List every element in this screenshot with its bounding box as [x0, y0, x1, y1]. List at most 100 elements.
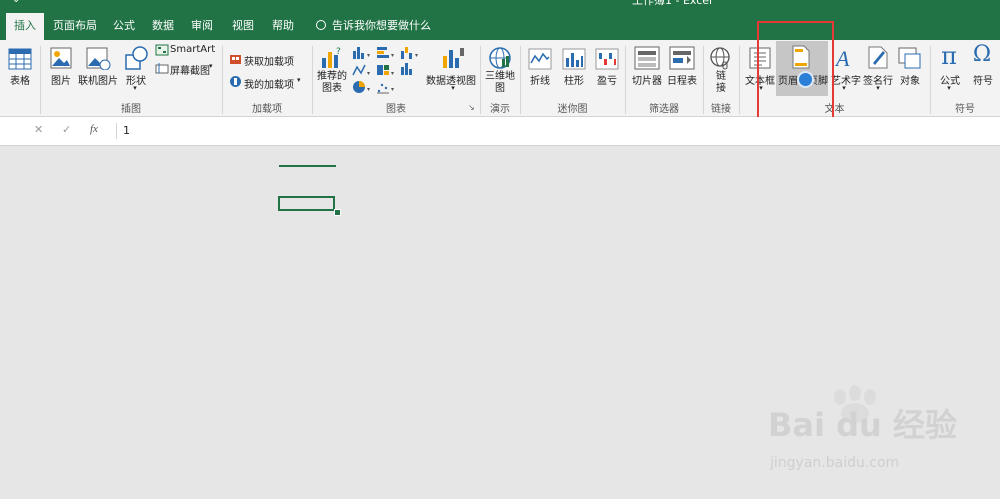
3d-map-button[interactable]: 三维地 图 [482, 71, 518, 95]
tab-view[interactable]: 视图 [228, 13, 258, 40]
selected-cell[interactable] [278, 196, 335, 211]
scatter-chart-icon [377, 83, 389, 94]
bar-chart-icon [377, 47, 389, 58]
wordart-icon[interactable]: A [834, 46, 854, 70]
online-pictures-icon[interactable] [85, 46, 111, 70]
3d-map-icon[interactable] [488, 46, 512, 70]
pivot-chart-icon[interactable] [441, 46, 465, 70]
tab-formulas[interactable]: 公式 [109, 13, 139, 40]
group-sparklines-label: 迷你图 [557, 104, 588, 115]
screenshot-icon[interactable] [155, 62, 169, 74]
header-underline-mark [279, 165, 336, 167]
watermark-url: jingyan.baidu.com [770, 455, 900, 471]
insert-function-icon[interactable]: fx [90, 123, 98, 135]
link-button[interactable]: 链 接 [709, 71, 733, 95]
symbol-icon[interactable]: Ω [971, 42, 993, 67]
column-chart-icon [353, 47, 364, 59]
line-chart-icon [352, 64, 366, 76]
group-filters-label: 筛选器 [649, 104, 679, 115]
sparkline-win-loss-icon[interactable] [595, 48, 619, 70]
svg-text:▾: ▾ [391, 70, 394, 77]
tab-page-layout[interactable]: 页面布局 [50, 13, 100, 40]
slicer-icon[interactable] [634, 46, 660, 70]
smartart-icon[interactable] [155, 44, 169, 56]
watermark-text: Bai du 经验 [768, 406, 957, 444]
group-symbols-label: 符号 [955, 104, 975, 115]
slicer-button[interactable]: 切片器 [628, 72, 666, 87]
tab-data[interactable]: 数据 [148, 13, 178, 40]
my-addins-icon[interactable] [229, 75, 242, 88]
svg-text:▾: ▾ [391, 86, 394, 93]
smartart-button[interactable]: SmartArt [170, 44, 215, 55]
tab-insert[interactable]: 插入 [6, 13, 44, 40]
timeline-icon[interactable] [669, 46, 695, 70]
pie-chart-icon [353, 81, 365, 93]
formula-bar: ✕ ✓ fx 1 [0, 117, 1000, 146]
sparkline-win-loss-button[interactable]: 盈亏 [593, 72, 621, 87]
link-icon[interactable] [709, 46, 733, 70]
fill-handle[interactable] [334, 209, 341, 216]
sparkline-column-icon[interactable] [562, 48, 586, 70]
shapes-icon[interactable] [124, 45, 150, 71]
get-addins-button[interactable]: 获取加载项 [244, 53, 294, 68]
recommended-charts-button[interactable]: 推荐的 图表 [315, 71, 349, 95]
pictures-icon[interactable] [49, 46, 73, 70]
group-illustrations-label: 插图 [121, 104, 141, 115]
signature-line-icon[interactable] [867, 45, 889, 69]
sparkline-line-button[interactable]: 折线 [526, 72, 554, 87]
table-button[interactable]: 表格 [6, 72, 34, 87]
recommended-charts-label-1: 推荐的 [317, 71, 347, 82]
symbol-button[interactable]: 符号 [969, 72, 997, 87]
search-icon [316, 20, 326, 30]
group-addins-label: 加载项 [252, 104, 282, 115]
tab-help[interactable]: 帮助 [268, 13, 298, 40]
quick-access-chevron-icon[interactable]: ⌄ [12, 0, 20, 5]
chevron-down-icon: ▾ [947, 84, 951, 92]
object-button[interactable]: 对象 [896, 72, 924, 87]
formula-buttons: ✕ ✓ fx [24, 123, 112, 139]
table-icon[interactable] [8, 48, 32, 70]
enter-icon[interactable]: ✓ [62, 123, 71, 136]
svg-text:▾: ▾ [367, 52, 370, 59]
chevron-down-icon: ▾ [876, 84, 880, 92]
dialog-launcher-icon[interactable]: ↘ [468, 103, 475, 112]
formula-input[interactable]: 1 [116, 123, 1000, 139]
waterfall-chart-icon [401, 47, 412, 59]
my-addins-button[interactable]: 我的加载项 [244, 76, 294, 91]
svg-text:▾: ▾ [415, 52, 418, 59]
chart-type-gallery[interactable]: ▾ ▾ ▾ ▾ ▾ ▾ ▾ [351, 45, 423, 95]
window-title: 工作簿1 - Excel [632, 0, 713, 7]
chevron-down-icon: ▾ [209, 62, 213, 70]
pictures-button[interactable]: 图片 [48, 72, 74, 87]
sparkline-line-icon[interactable] [528, 48, 552, 70]
store-icon[interactable] [229, 52, 242, 65]
link-label-1: 链 [716, 71, 726, 82]
hierarchy-chart-icon [377, 65, 389, 75]
tell-me-box[interactable]: 告诉我你想要做什么 [316, 13, 431, 40]
ribbon-insert: 表格 图片 联机图片 形状 ▾ SmartArt 屏幕截图 ▾ 插图 获取加载项… [0, 40, 1000, 117]
tab-review[interactable]: 审阅 [187, 13, 217, 40]
cancel-icon[interactable]: ✕ [34, 123, 43, 136]
chevron-down-icon: ▾ [297, 76, 301, 84]
online-pictures-button[interactable]: 联机图片 [78, 72, 118, 87]
tell-me-text: 告诉我你想要做什么 [332, 19, 431, 32]
svg-text:?: ? [336, 47, 341, 57]
screenshot-button[interactable]: 屏幕截图 [170, 62, 210, 77]
3d-map-label-1: 三维地 [485, 71, 515, 82]
recommended-charts-icon[interactable]: ? [320, 46, 344, 70]
svg-text:▾: ▾ [367, 86, 370, 93]
sparkline-column-button[interactable]: 柱形 [560, 72, 588, 87]
timeline-button[interactable]: 日程表 [662, 72, 702, 87]
3d-map-label-2: 图 [495, 83, 505, 94]
group-links-label: 链接 [711, 104, 731, 115]
object-icon[interactable] [898, 46, 922, 70]
statistic-chart-icon [401, 63, 412, 75]
title-bar: ⌄ 工作簿1 - Excel [0, 0, 1000, 13]
svg-text:▾: ▾ [391, 52, 394, 59]
recommended-charts-label-2: 图表 [322, 83, 342, 94]
equation-icon[interactable]: π [938, 42, 960, 70]
svg-text:A: A [834, 46, 850, 70]
svg-text:▾: ▾ [367, 70, 370, 77]
name-box-edge[interactable] [0, 124, 10, 138]
chevron-down-icon: ▾ [133, 84, 137, 92]
